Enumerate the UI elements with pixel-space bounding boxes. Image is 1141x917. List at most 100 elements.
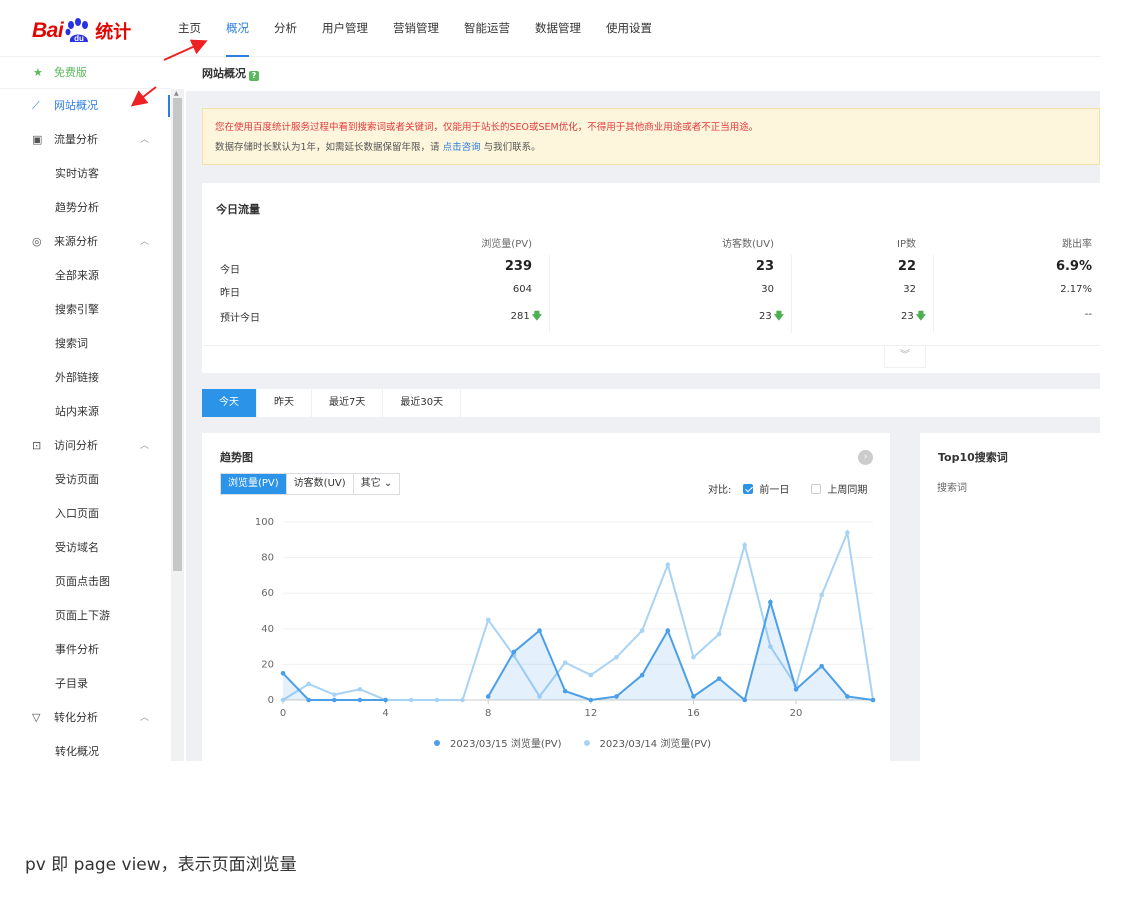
chevron-up-icon[interactable]: ︿	[140, 429, 149, 463]
date-range-tab[interactable]: 昨天	[257, 389, 312, 417]
chart-legend: 2023/03/15 浏览量(PV) 2023/03/14 浏览量(PV)	[434, 735, 733, 750]
y-tick-label: 40	[261, 624, 274, 635]
sidebar-item-label: 网站概况	[54, 99, 98, 112]
page-title: 网站概况	[202, 67, 246, 80]
data-point	[768, 599, 773, 605]
metric-value-text: 239	[504, 259, 532, 274]
divider	[549, 255, 550, 333]
scrollbar-thumb[interactable]	[173, 98, 182, 571]
metric-value: 32	[796, 284, 916, 295]
sidebar-item[interactable]: 外部链接	[0, 361, 170, 395]
compare-label: 对比:	[708, 485, 732, 496]
sidebar-item[interactable]: 受访页面	[0, 463, 170, 497]
down-arrow-icon: 🡇	[531, 311, 542, 322]
x-tick-label: 20	[790, 708, 803, 719]
sidebar-item[interactable]: 实时访客	[0, 157, 170, 191]
sidebar-item[interactable]: 搜索词	[0, 327, 170, 361]
legend-label: 2023/03/15 浏览量(PV)	[450, 739, 562, 750]
data-point	[383, 697, 388, 703]
sidebar-item[interactable]: 事件分析	[0, 633, 170, 667]
row-label: 昨日	[220, 288, 240, 299]
consult-link[interactable]: 点击咨询	[443, 142, 481, 153]
main-content: 网站概况? 您在使用百度统计服务过程中看到搜索词或者关键词，仅能用于站长的SEO…	[186, 57, 1100, 761]
sidebar-item[interactable]: 站内来源	[0, 395, 170, 429]
help-icon[interactable]: ?	[249, 71, 259, 81]
chevron-up-icon[interactable]: ︿	[140, 225, 149, 259]
signal-icon: ◎	[32, 235, 42, 248]
metric-value-text: 23	[755, 259, 774, 274]
data-point	[485, 617, 491, 623]
data-point	[588, 697, 594, 703]
notice-retention-text: 数据存储时长默认为1年，如需延长数据保留年限，请 点击咨询 与我们联系。	[215, 142, 541, 153]
legend-item[interactable]: 2023/03/14 浏览量(PV)	[583, 735, 711, 750]
data-point	[357, 697, 363, 703]
baidu-tongji-logo[interactable]: Bai du 统计	[32, 16, 131, 46]
data-point	[408, 697, 414, 703]
prev-day-label[interactable]: 前一日	[759, 481, 789, 496]
data-point	[332, 692, 337, 697]
row-label: 今日	[220, 265, 240, 276]
metric-button[interactable]: 访客数(UV)	[287, 474, 354, 494]
sidebar-item[interactable]: 子目录	[0, 667, 170, 701]
data-point	[691, 654, 696, 660]
data-point	[639, 628, 645, 633]
last-week-checkbox[interactable]	[811, 483, 822, 494]
sidebar-scrollbar[interactable]: ▲	[171, 89, 184, 761]
prev-day-checkbox[interactable]	[743, 483, 754, 494]
sidebar-item[interactable]: 受访域名	[0, 531, 170, 565]
data-point	[742, 697, 748, 703]
nav-item[interactable]: 营销管理	[393, 20, 439, 46]
metric-value: 23	[654, 259, 774, 274]
search-term-header: 搜索词	[937, 483, 967, 494]
image-chart-icon: ▣	[32, 133, 43, 146]
nav-item[interactable]: 数据管理	[535, 20, 581, 46]
other-metric-dropdown[interactable]: 其它 ⌄	[354, 474, 400, 494]
sidebar-item[interactable]: 转化概况	[0, 735, 170, 761]
metric-value: 604	[412, 284, 532, 295]
nav-item[interactable]: 用户管理	[322, 20, 368, 46]
sidebar-item[interactable]: 入口页面	[0, 497, 170, 531]
sidebar-item-label: 转化分析	[54, 711, 98, 724]
date-range-tab[interactable]: 今天	[202, 389, 257, 417]
data-point	[639, 672, 645, 678]
metric-value: 23 🡇	[806, 309, 926, 326]
nav-item[interactable]: 智能运营	[464, 20, 510, 46]
sidebar-item[interactable]: 页面上下游	[0, 599, 170, 633]
scroll-up-arrow-icon[interactable]: ▲	[174, 90, 179, 97]
metric-value-text: 6.9%	[1055, 259, 1092, 274]
x-tick-label: 4	[382, 708, 388, 719]
chevron-up-icon[interactable]: ︿	[140, 701, 149, 735]
sidebar-group[interactable]: ⊡ 访问分析 ︿	[0, 429, 170, 463]
date-range-tab[interactable]: 最近7天	[312, 389, 384, 417]
sidebar-item[interactable]: 页面点击图	[0, 565, 170, 599]
data-point	[460, 697, 465, 703]
nav-item[interactable]: 使用设置	[606, 20, 652, 46]
date-range-tab[interactable]: 最近30天	[383, 389, 462, 417]
sidebar-item[interactable]: 全部来源	[0, 259, 170, 293]
metric-button[interactable]: 浏览量(PV)	[221, 474, 287, 494]
data-point	[280, 671, 286, 676]
sidebar-item[interactable]: 趋势分析	[0, 191, 170, 225]
compare-controls: 对比: 前一日 上周同期	[708, 481, 867, 496]
svg-text:du: du	[74, 34, 84, 43]
sidebar-item[interactable]: 搜索引擎	[0, 293, 170, 327]
column-header: 浏览量(PV)	[481, 239, 532, 250]
y-tick-label: 20	[261, 659, 274, 670]
trend-title: 趋势图	[220, 451, 253, 464]
chevron-up-icon[interactable]: ︿	[140, 123, 149, 157]
data-point	[306, 697, 311, 703]
sidebar-group[interactable]: ◎ 来源分析 ︿	[0, 225, 170, 259]
data-point	[819, 592, 824, 598]
last-week-label[interactable]: 上周同期	[827, 481, 867, 496]
sidebar-item-label: 事件分析	[55, 643, 99, 656]
metric-value-text: 30	[761, 284, 774, 295]
expand-chevron-icon[interactable]: ︾	[884, 346, 926, 368]
nav-item[interactable]: 概况	[226, 20, 249, 57]
data-point	[332, 697, 337, 703]
more-arrow-icon[interactable]: ›	[858, 450, 873, 465]
download-box-icon: ⊡	[32, 439, 42, 452]
sidebar-group[interactable]: ▽ 转化分析 ︿	[0, 701, 170, 735]
nav-item[interactable]: 分析	[274, 20, 297, 46]
legend-item[interactable]: 2023/03/15 浏览量(PV)	[434, 735, 562, 750]
sidebar-group[interactable]: ▣ 流量分析 ︿	[0, 123, 170, 157]
